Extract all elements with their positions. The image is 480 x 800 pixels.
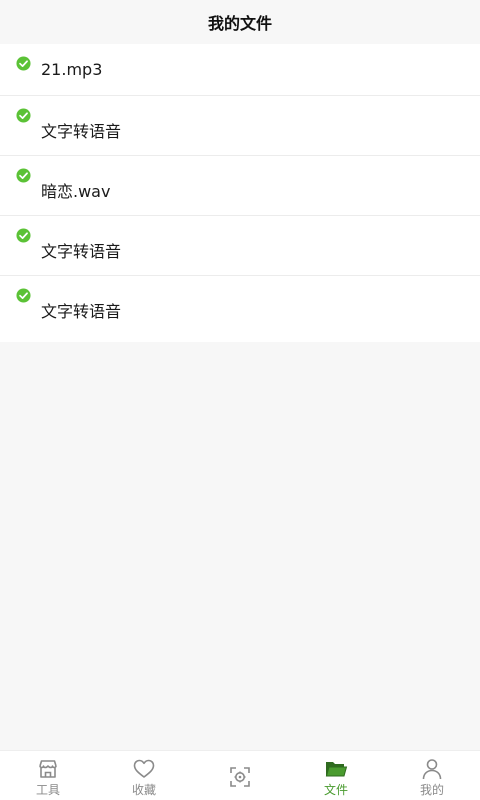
file-list: 21.mp3 文字转语音 暗恋.wav 文字转语音 文字转语音	[0, 44, 480, 342]
folder-icon	[325, 762, 348, 777]
tab-profile[interactable]: 我的	[384, 751, 480, 800]
top-bar: 我的文件	[0, 0, 480, 44]
tab-favorites[interactable]: 收藏	[96, 751, 192, 800]
tab-tools[interactable]: 工具	[0, 751, 96, 800]
file-item[interactable]: 文字转语音	[0, 96, 480, 156]
user-icon	[422, 759, 442, 780]
file-name: 文字转语音	[41, 242, 122, 261]
tab-label: 文件	[323, 783, 348, 797]
tab-label: 工具	[35, 783, 60, 797]
tab-files[interactable]: 文件	[288, 751, 384, 800]
file-name: 文字转语音	[41, 122, 122, 141]
file-item[interactable]: 文字转语音	[0, 276, 480, 336]
check-circle-icon	[16, 168, 31, 183]
file-name: 21.mp3	[41, 60, 103, 79]
file-item[interactable]: 21.mp3	[0, 44, 480, 96]
tab-scan[interactable]	[192, 751, 288, 800]
tab-label: 收藏	[131, 783, 156, 797]
tab-label: 我的	[419, 783, 444, 797]
heart-icon	[133, 759, 155, 778]
file-name: 文字转语音	[41, 302, 122, 321]
check-circle-icon	[16, 56, 31, 71]
check-circle-icon	[16, 288, 31, 303]
store-icon	[39, 760, 57, 778]
file-item[interactable]: 文字转语音	[0, 216, 480, 276]
file-item[interactable]: 暗恋.wav	[0, 156, 480, 216]
file-name: 暗恋.wav	[41, 182, 111, 201]
check-circle-icon	[16, 108, 31, 123]
page-title: 我的文件	[207, 14, 272, 33]
bottom-tab-bar: 工具 收藏 文件 我的	[0, 750, 480, 800]
scan-icon	[230, 767, 250, 787]
check-circle-icon	[16, 228, 31, 243]
